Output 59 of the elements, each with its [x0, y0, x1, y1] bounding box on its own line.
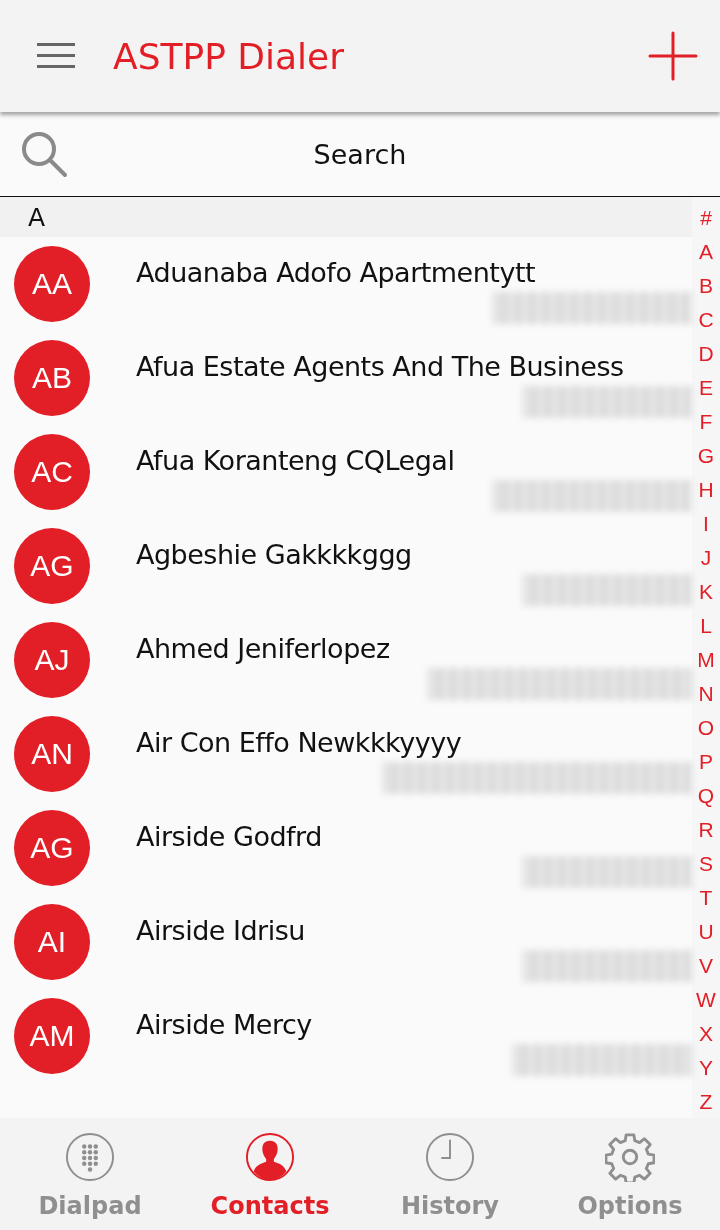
index-letter[interactable]: Q — [697, 779, 715, 813]
contact-avatar: AI — [14, 904, 90, 980]
index-letter[interactable]: V — [699, 949, 713, 983]
index-letter[interactable]: X — [699, 1017, 713, 1051]
index-letter[interactable]: F — [699, 405, 713, 439]
index-letter[interactable]: B — [699, 269, 713, 303]
index-letter[interactable]: H — [698, 473, 714, 507]
index-letter[interactable]: U — [698, 915, 714, 949]
section-letter: A — [28, 202, 46, 232]
contact-name[interactable]: Ahmed Jeniferlopez — [136, 633, 390, 664]
nav-tab[interactable]: Options — [540, 1118, 720, 1230]
contact-avatar: AG — [14, 528, 90, 604]
index-letter[interactable]: E — [699, 371, 713, 405]
index-letter[interactable]: S — [699, 847, 713, 881]
index-letter[interactable]: R — [698, 813, 714, 847]
index-letter[interactable]: J — [700, 541, 712, 575]
index-letter[interactable]: Z — [699, 1085, 713, 1118]
contact-avatar: AC — [14, 434, 90, 510]
nav-tab[interactable]: History — [360, 1118, 540, 1230]
contact-avatar: AM — [14, 998, 90, 1074]
settings-icon — [605, 1132, 655, 1182]
nav-tab[interactable]: Contacts — [180, 1118, 360, 1230]
person-icon — [245, 1132, 295, 1182]
contact-name[interactable]: Aduanaba Adofo Apartmentytt — [136, 257, 536, 288]
index-letter[interactable]: D — [698, 337, 714, 371]
index-letter[interactable]: O — [697, 711, 715, 745]
nav-tab[interactable]: Dialpad — [0, 1118, 180, 1230]
contact-avatar: AB — [14, 340, 90, 416]
contact-name[interactable]: Air Con Effo Newkkkyyyy — [136, 727, 462, 758]
contact-avatar: AJ — [14, 622, 90, 698]
index-letter[interactable]: M — [697, 643, 715, 677]
contact-name[interactable]: Agbeshie Gakkkkggg — [136, 539, 412, 570]
contact-avatar: AA — [14, 246, 90, 322]
index-letter[interactable]: T — [699, 881, 713, 915]
contact-name[interactable]: Afua Koranteng CQLegal — [136, 445, 455, 476]
app-title: ASTPP Dialer — [113, 35, 346, 77]
menu-icon[interactable] — [37, 43, 75, 69]
search-icon — [20, 130, 68, 178]
search-field[interactable]: Search — [68, 137, 652, 171]
index-letter[interactable]: L — [700, 609, 712, 643]
contact-name[interactable]: Airside Idrisu — [136, 915, 305, 946]
contact-name[interactable]: Airside Mercy — [136, 1009, 312, 1040]
add-icon[interactable] — [648, 31, 698, 81]
contact-avatar: AN — [14, 716, 90, 792]
index-letter[interactable]: P — [699, 745, 713, 779]
index-letter[interactable]: W — [696, 983, 716, 1017]
index-letter[interactable]: N — [698, 677, 714, 711]
clock-icon — [425, 1132, 475, 1182]
contact-name[interactable]: Afua Estate Agents And The Business — [136, 351, 624, 382]
index-letter[interactable]: Y — [699, 1051, 713, 1085]
contact-avatar: AG — [14, 810, 90, 886]
index-letter[interactable]: A — [699, 235, 713, 269]
index-letter[interactable]: G — [697, 439, 715, 473]
contact-name[interactable]: Airside Godfrd — [136, 821, 322, 852]
index-letter[interactable]: I — [703, 507, 709, 541]
index-letter[interactable]: C — [698, 303, 714, 337]
dialpad-icon — [65, 1132, 115, 1182]
index-letter[interactable]: K — [699, 575, 713, 609]
index-letter[interactable]: # — [700, 201, 712, 235]
